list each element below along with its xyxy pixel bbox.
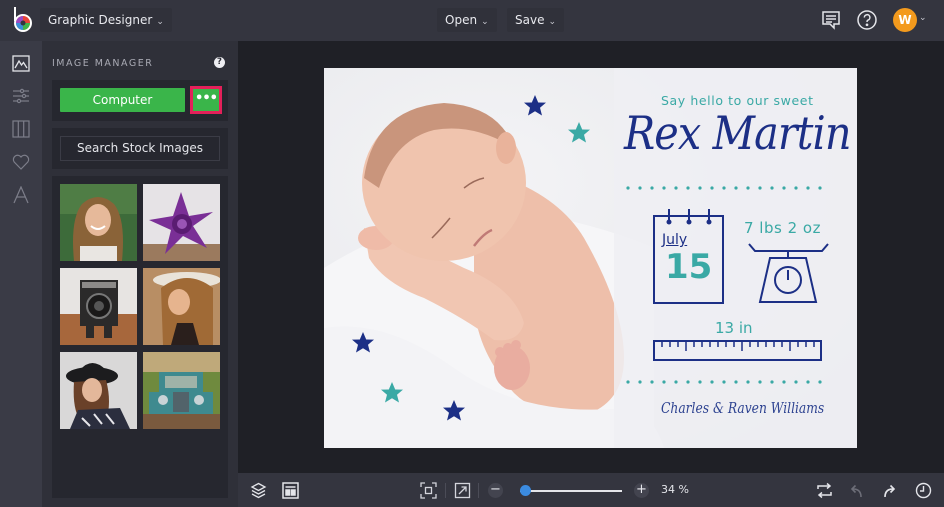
star-icon [568, 122, 590, 143]
scale-icon [748, 243, 829, 303]
image-manager-panel: IMAGE MANAGER ? Computer ••• Search Stoc… [42, 41, 238, 507]
design-baby-name-text[interactable]: Rex Martin [624, 106, 851, 160]
star-icon [524, 95, 546, 116]
help-icon[interactable]: ? [214, 57, 225, 68]
save-label: Save [515, 13, 545, 27]
image-grid [52, 176, 228, 498]
text-icon[interactable] [12, 186, 30, 204]
app-window: Graphic Designer ⌄ Open ⌄ Save ⌄ W ⌄ IMA… [0, 0, 944, 507]
befunky-logo-icon[interactable] [11, 7, 33, 33]
open-menu[interactable]: Open ⌄ [437, 8, 497, 32]
image-thumbnail[interactable] [143, 268, 220, 345]
save-menu[interactable]: Save ⌄ [507, 8, 565, 32]
zoom-in-button[interactable]: + [634, 483, 649, 498]
swap-icon[interactable] [816, 482, 833, 499]
design-parents-text[interactable]: Charles & Raven Williams [661, 399, 824, 417]
comment-icon[interactable] [820, 9, 842, 31]
image-thumbnail[interactable] [60, 184, 137, 261]
design-day-text[interactable]: 15 [665, 247, 712, 287]
top-bar: Graphic Designer ⌄ Open ⌄ Save ⌄ W ⌄ [0, 0, 944, 41]
user-avatar[interactable]: W [893, 8, 917, 32]
chevron-down-icon: ⌄ [156, 17, 164, 27]
sliders-icon[interactable] [12, 87, 30, 105]
star-icon [443, 400, 465, 421]
star-icon [352, 332, 374, 353]
workspace: Say hello to our sweet Rex Martin July 1… [238, 41, 944, 473]
divider [478, 483, 479, 498]
app-switcher-label: Graphic Designer [48, 13, 153, 27]
tool-rail [0, 41, 42, 507]
chevron-down-icon: ⌄ [548, 17, 557, 27]
design-month-text[interactable]: July [662, 232, 687, 248]
image-thumbnail[interactable] [60, 268, 137, 345]
fit-to-screen-icon[interactable] [420, 482, 437, 499]
design-weight-text[interactable]: 7 lbs 2 oz [744, 219, 821, 237]
bottom-toolbar: − + 34 % [238, 473, 944, 507]
search-stock-images-button[interactable]: Search Stock Images [60, 136, 220, 161]
upload-computer-button[interactable]: Computer [60, 88, 185, 112]
help-icon[interactable] [856, 9, 878, 31]
columns-icon[interactable] [12, 120, 30, 138]
layout-icon[interactable] [282, 482, 299, 499]
ruler-icon [653, 340, 822, 361]
heart-icon[interactable] [12, 153, 30, 171]
ruler-ticks [661, 341, 815, 351]
chevron-down-icon[interactable]: ⌄ [919, 13, 927, 23]
redo-icon[interactable] [881, 482, 898, 499]
zoom-slider-handle[interactable] [519, 485, 531, 496]
design-length-text[interactable]: 13 in [715, 319, 753, 337]
app-switcher-menu[interactable]: Graphic Designer ⌄ [40, 8, 172, 32]
panel-title: IMAGE MANAGER [52, 58, 154, 69]
image-thumbnail[interactable] [60, 352, 137, 429]
image-thumbnail[interactable] [143, 184, 220, 261]
undo-icon[interactable] [848, 482, 865, 499]
stock-card: Search Stock Images [52, 128, 228, 169]
history-icon[interactable] [915, 482, 932, 499]
upload-card: Computer ••• [52, 80, 228, 121]
star-icon [381, 382, 403, 403]
image-thumbnail[interactable] [143, 352, 220, 429]
open-label: Open [445, 13, 478, 27]
divider [445, 483, 446, 498]
zoom-percentage: 34 % [661, 483, 689, 496]
more-sources-button[interactable]: ••• [190, 86, 222, 114]
design-canvas[interactable]: Say hello to our sweet Rex Martin July 1… [324, 68, 857, 448]
actual-size-icon[interactable] [454, 482, 471, 499]
zoom-slider-track[interactable] [520, 490, 622, 492]
image-icon[interactable] [12, 55, 30, 73]
layers-icon[interactable] [250, 482, 267, 499]
zoom-out-button[interactable]: − [488, 483, 503, 498]
chevron-down-icon: ⌄ [481, 17, 489, 27]
